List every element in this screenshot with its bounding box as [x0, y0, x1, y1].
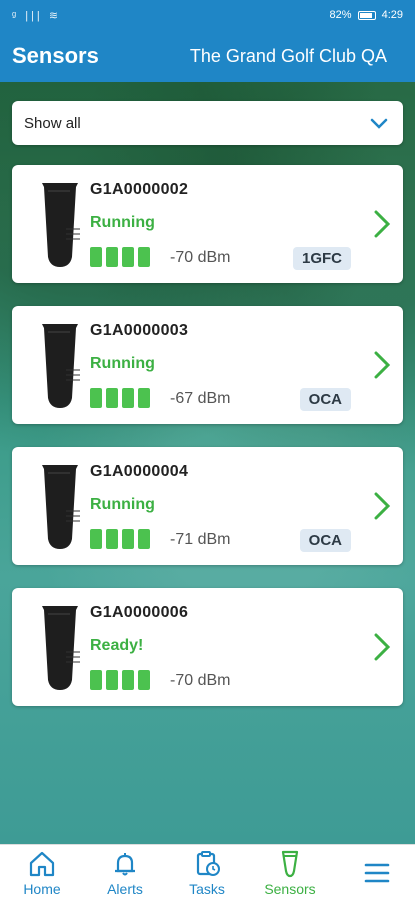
sensor-card[interactable]: G1A0000003 Running -67 dBm OCA — [12, 306, 403, 424]
chevron-right-icon[interactable] — [373, 491, 391, 521]
signal-bars — [90, 529, 150, 549]
signal-dbm: -70 dBm — [170, 249, 231, 266]
sensor-icon — [281, 850, 299, 878]
chevron-down-icon — [370, 118, 388, 129]
sensor-status: Running — [90, 496, 155, 513]
sensor-id: G1A0000004 — [90, 463, 189, 480]
nav-alerts-label: Alerts — [107, 881, 143, 897]
chevron-right-icon[interactable] — [373, 209, 391, 239]
nav-sensors[interactable]: Sensors — [255, 849, 325, 897]
sensor-device-icon — [42, 465, 80, 549]
sensor-id: G1A0000002 — [90, 181, 189, 198]
sensor-status: Running — [90, 214, 155, 231]
nav-sensors-label: Sensors — [264, 881, 316, 897]
status-indicators: ᵍ ||| ≋ — [12, 10, 62, 22]
location-badge: 1GFC — [292, 247, 351, 270]
signal-dbm: -71 dBm — [170, 531, 231, 548]
chevron-right-icon[interactable] — [373, 350, 391, 380]
location-badge: OCA — [299, 388, 351, 411]
signal-bars — [90, 670, 150, 690]
sensor-card[interactable]: G1A0000006 Ready! -70 dBm — [12, 588, 403, 706]
sensor-status: Ready! — [90, 637, 144, 654]
nav-tasks-label: Tasks — [189, 881, 225, 897]
nav-home[interactable]: Home — [7, 849, 77, 897]
status-bar: ᵍ ||| ≋ 82% 4:29 — [0, 0, 415, 32]
sensor-device-icon — [42, 324, 80, 408]
sensor-card[interactable]: G1A0000002 Running -70 dBm 1GFC — [12, 165, 403, 283]
clock: 4:29 — [381, 9, 403, 21]
filter-dropdown[interactable]: Show all — [12, 101, 403, 145]
sensor-device-icon — [42, 606, 80, 690]
filter-selected: Show all — [24, 115, 81, 132]
nav-alerts[interactable]: Alerts — [90, 849, 160, 897]
app-header: Sensors The Grand Golf Club QA — [0, 32, 415, 82]
club-name: The Grand Golf Club QA — [189, 46, 387, 66]
battery-percent: 82% — [329, 9, 352, 21]
clipboard-clock-icon — [196, 851, 220, 876]
battery-icon — [357, 10, 376, 20]
page-title: Sensors — [12, 43, 99, 68]
signal-bars — [90, 388, 150, 408]
sensor-device-icon — [42, 183, 80, 267]
signal-dbm: -70 dBm — [170, 672, 231, 689]
sensor-status: Running — [90, 355, 155, 372]
nav-home-label: Home — [23, 881, 61, 897]
signal-bars — [90, 247, 150, 267]
status-right: 82% 4:29 — [330, 9, 403, 21]
bottom-nav: Home Alerts Tasks Sensors — [0, 844, 415, 900]
sensor-id: G1A0000003 — [90, 322, 189, 339]
sensor-card[interactable]: G1A0000004 Running -71 dBm OCA — [12, 447, 403, 565]
location-badge: OCA — [299, 529, 351, 552]
signal-dbm: -67 dBm — [170, 390, 231, 407]
chevron-right-icon[interactable] — [373, 632, 391, 662]
nav-tasks[interactable]: Tasks — [172, 849, 242, 897]
sensor-id: G1A0000006 — [90, 604, 189, 621]
home-icon — [29, 851, 55, 877]
menu-icon[interactable] — [363, 859, 391, 887]
bell-icon — [115, 853, 135, 876]
